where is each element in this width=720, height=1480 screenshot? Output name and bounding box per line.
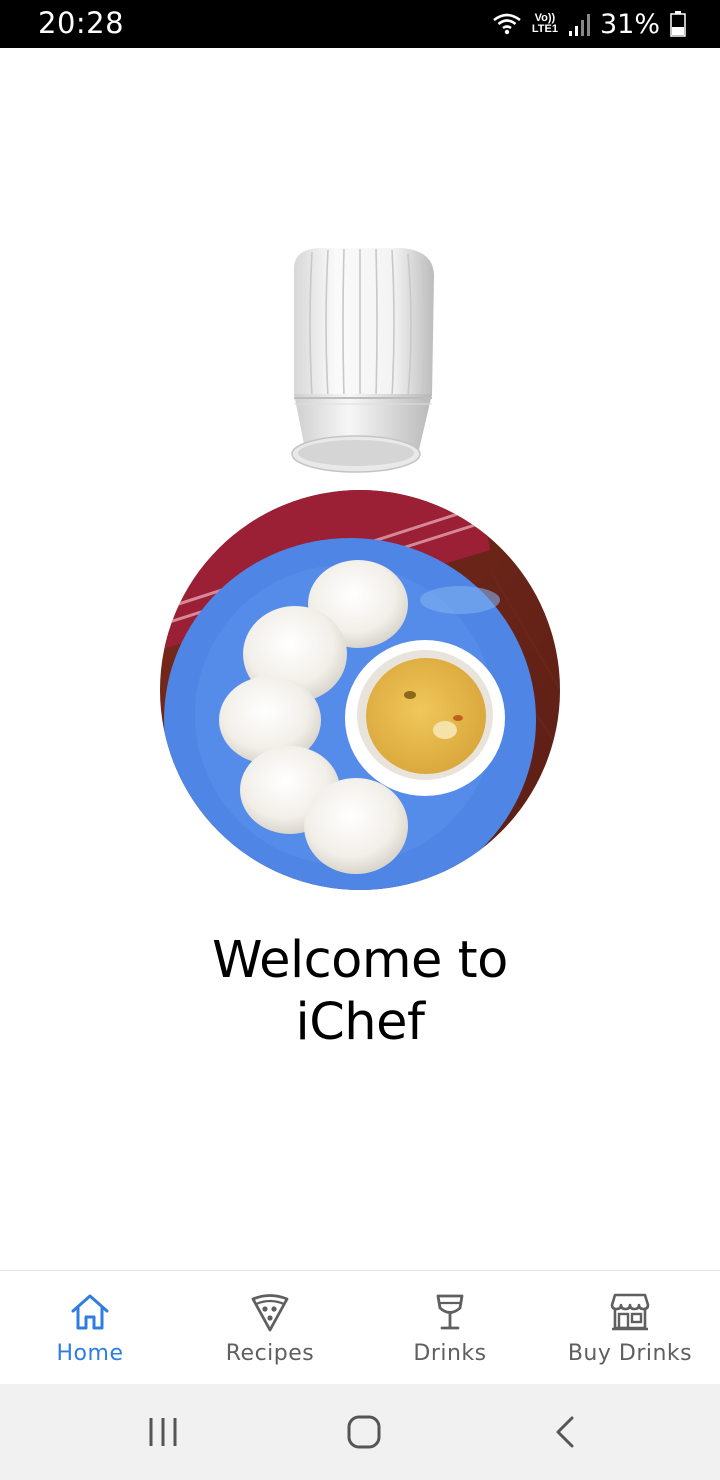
- chef-hat-image: [291, 248, 434, 473]
- idli-sambar-photo: [160, 490, 560, 890]
- wine-glass-icon: [436, 1294, 464, 1330]
- back-icon[interactable]: [546, 1412, 586, 1452]
- status-bar: 20:28 Vo)) LTE1 31%: [0, 0, 720, 48]
- store-icon: [610, 1293, 650, 1331]
- welcome-heading: Welcome to iChef: [110, 930, 610, 1054]
- welcome-line-2: iChef: [295, 993, 425, 1052]
- status-time: 20:28: [38, 6, 125, 40]
- home-circle-icon[interactable]: [344, 1412, 384, 1452]
- nav-item-home[interactable]: Home: [0, 1271, 180, 1384]
- recent-apps-icon[interactable]: [143, 1412, 183, 1452]
- system-navigation-bar: [0, 1384, 720, 1480]
- status-icons: Vo)) LTE1 31%: [492, 8, 686, 40]
- volte-icon: Vo)) LTE1: [532, 13, 558, 35]
- battery-icon: [670, 11, 686, 37]
- nav-label-home: Home: [56, 1341, 124, 1366]
- home-icon: [71, 1294, 109, 1330]
- nav-label-buy-drinks: Buy Drinks: [567, 1341, 693, 1366]
- nav-item-recipes[interactable]: Recipes: [180, 1271, 360, 1384]
- nav-label-drinks: Drinks: [413, 1341, 487, 1366]
- signal-icon: [568, 14, 590, 36]
- nav-item-drinks[interactable]: Drinks: [360, 1271, 540, 1384]
- battery-percent: 31%: [599, 8, 660, 40]
- nav-label-recipes: Recipes: [225, 1341, 315, 1366]
- pizza-icon: [251, 1294, 289, 1332]
- nav-item-buy-drinks[interactable]: Buy Drinks: [540, 1271, 720, 1384]
- bottom-navigation: Home Recipes Drinks Buy Drinks: [0, 1270, 720, 1384]
- lte-label: LTE1: [531, 23, 558, 35]
- welcome-line-1: Welcome to: [212, 931, 508, 990]
- wifi-icon: [493, 13, 521, 35]
- idli-sambar-illustration: [160, 490, 560, 890]
